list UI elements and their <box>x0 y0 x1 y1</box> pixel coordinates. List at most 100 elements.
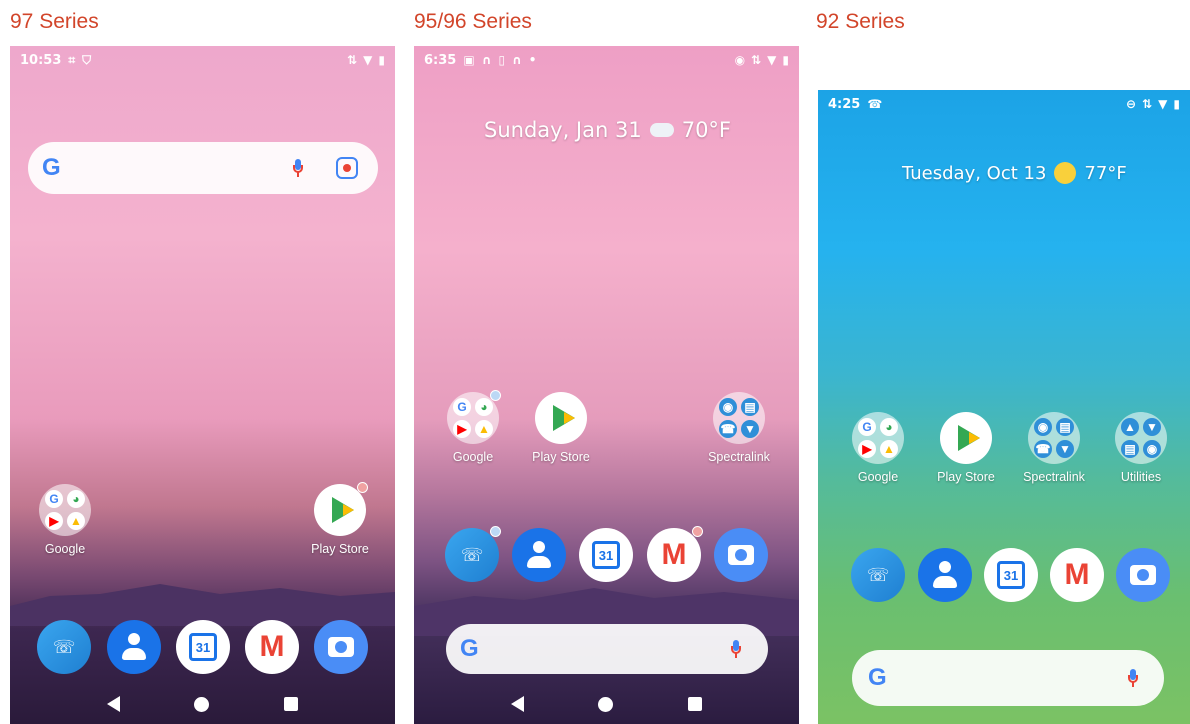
app-label: Google <box>44 542 86 556</box>
folder-icon: G ◕ ▶ ▲ <box>852 412 904 464</box>
home-button[interactable] <box>194 696 210 712</box>
phone-icon: ☏ <box>460 544 484 566</box>
google-search-bar[interactable]: G <box>446 624 768 674</box>
dock-contacts-app[interactable] <box>107 620 161 674</box>
status-bar: 6:35 ▣ ∩ ▯ ∩ • ◉ ⇅ ▼ ▮ <box>414 46 799 74</box>
app-google-folder[interactable]: G ◕ ▶ ▲ Google <box>838 412 918 484</box>
folder-icon: ◉ ▤ ☎ ▼ <box>713 392 765 444</box>
home-button[interactable] <box>598 696 614 712</box>
calendar-icon: 31 <box>997 561 1025 589</box>
date-text: Tuesday, Oct 13 <box>902 162 1047 184</box>
image-icon: ▣ <box>463 53 475 67</box>
app-label: Play Store <box>532 450 590 464</box>
play-store-icon <box>314 482 368 536</box>
status-bar: 10:53 ⌗ ⛉ ⇅ ▼ ▮ <box>10 46 395 74</box>
google-search-bar[interactable]: G <box>28 142 378 194</box>
phone-icon: ☏ <box>52 636 76 658</box>
app-label: Spectralink <box>1023 470 1085 484</box>
recents-button[interactable] <box>687 697 702 711</box>
camera-icon <box>1130 565 1156 585</box>
dock-camera-app[interactable] <box>1116 548 1170 602</box>
microphone-icon[interactable] <box>1128 669 1138 687</box>
app-play-store[interactable]: Play Store <box>521 392 601 464</box>
app-label: Play Store <box>311 542 369 556</box>
dock-camera-app[interactable] <box>314 620 368 674</box>
phone-92-series-screen: 4:25 ☎ ⊖ ⇅ ▼ ▮ Tuesday, Oct 13 77°F G ◕ … <box>818 90 1190 724</box>
app-google-folder[interactable]: G ◕ ▶ ▲ Google <box>25 484 105 556</box>
app-label: Play Store <box>937 470 995 484</box>
battery-icon: ▮ <box>782 53 789 67</box>
date-weather-widget[interactable]: Tuesday, Oct 13 77°F <box>902 162 1127 184</box>
status-bar: 4:25 ☎ ⊖ ⇅ ▼ ▮ <box>818 90 1190 118</box>
folder-icon: G ◕ ▶ ▲ <box>447 390 501 444</box>
app-spectralink-folder[interactable]: ◉ ▤ ☎ ▼ Spectralink <box>1014 412 1094 484</box>
cloud-icon <box>649 123 674 137</box>
title-95-96-series: 95/96 Series <box>414 10 532 33</box>
app-play-store[interactable]: Play Store <box>300 482 380 556</box>
dock-contacts-app[interactable] <box>918 548 972 602</box>
app-google-folder[interactable]: G ◕ ▶ ▲ Google <box>433 390 513 464</box>
battery-icon: ▮ <box>378 53 385 67</box>
play-store-icon <box>940 412 992 464</box>
gmail-icon: M <box>1064 558 1090 591</box>
play-store-icon <box>535 392 587 444</box>
google-logo-icon: G <box>868 664 887 691</box>
navigation-bar <box>414 696 799 712</box>
app-utilities-folder[interactable]: ▲ ▼ ▤ ◉ Utilities <box>1101 412 1181 484</box>
app-play-store[interactable]: Play Store <box>926 412 1006 484</box>
app-spectralink-folder[interactable]: ◉ ▤ ☎ ▼ Spectralink <box>699 392 779 464</box>
back-button[interactable] <box>511 696 525 712</box>
dock-phone-app[interactable]: ☏ <box>445 526 501 582</box>
signal-icon: ⇅ <box>1142 97 1153 111</box>
google-lens-icon[interactable] <box>336 157 358 179</box>
headset-icon: ∩ <box>481 53 492 67</box>
folder-icon: ◉ ▤ ☎ ▼ <box>1028 412 1080 464</box>
phone-icon: ☏ <box>866 564 890 586</box>
app-label: Google <box>452 450 494 464</box>
gmail-icon: M <box>259 630 285 663</box>
shield-icon: ⛉ <box>82 53 92 67</box>
folder-icon: ▲ ▼ ▤ ◉ <box>1115 412 1167 464</box>
headset-alt-icon: ∩ <box>512 53 522 67</box>
dock-calendar-app[interactable]: 31 <box>984 548 1038 602</box>
date-weather-widget[interactable]: Sunday, Jan 31 70°F <box>484 118 731 142</box>
dot-icon: • <box>528 53 537 67</box>
camera-icon <box>328 637 354 657</box>
dock-camera-app[interactable] <box>714 528 768 582</box>
recents-button[interactable] <box>283 697 298 711</box>
status-time: 6:35 <box>424 52 457 68</box>
google-search-bar[interactable]: G <box>852 650 1164 706</box>
wifi-icon: ▼ <box>767 53 777 67</box>
phone-97-series-screen: 10:53 ⌗ ⛉ ⇅ ▼ ▮ G G ◕ ▶ ▲ Google Play St… <box>10 46 395 724</box>
sim-icon: ▯ <box>498 53 506 67</box>
signal-icon: ⇅ <box>347 53 358 67</box>
microphone-icon[interactable] <box>293 159 303 177</box>
date-text: Sunday, Jan 31 <box>484 118 642 142</box>
battery-icon: ▮ <box>1173 97 1180 111</box>
navigation-bar <box>10 696 395 712</box>
status-time: 10:53 <box>20 52 62 68</box>
wifi-calling-icon: ☎ <box>867 97 883 111</box>
dock-phone-app[interactable]: ☏ <box>851 548 905 602</box>
dock-contacts-app[interactable] <box>512 528 566 582</box>
temperature: 77°F <box>1084 162 1127 184</box>
app-label: Utilities <box>1120 470 1162 484</box>
phone-95-96-series-screen: 6:35 ▣ ∩ ▯ ∩ • ◉ ⇅ ▼ ▮ Sunday, Jan 31 70… <box>414 46 799 724</box>
gmail-icon: M <box>661 538 687 571</box>
status-time: 4:25 <box>828 96 861 112</box>
wifi-icon: ▼ <box>363 53 373 67</box>
calendar-icon: 31 <box>592 541 620 569</box>
sun-icon <box>1054 162 1077 184</box>
back-button[interactable] <box>107 696 121 712</box>
dock-phone-app[interactable]: ☏ <box>37 620 91 674</box>
do-not-disturb-icon: ⊖ <box>1126 97 1137 111</box>
microphone-icon[interactable] <box>731 640 741 658</box>
google-logo-icon: G <box>42 154 61 181</box>
dock-gmail-app[interactable]: M <box>647 526 703 582</box>
qr-icon: ⌗ <box>68 53 76 67</box>
dock-calendar-app[interactable]: 31 <box>176 620 230 674</box>
dock-gmail-app[interactable]: M <box>245 620 299 674</box>
dock-calendar-app[interactable]: 31 <box>579 528 633 582</box>
dock-gmail-app[interactable]: M <box>1050 548 1104 602</box>
mountain-silhouette <box>10 584 395 626</box>
